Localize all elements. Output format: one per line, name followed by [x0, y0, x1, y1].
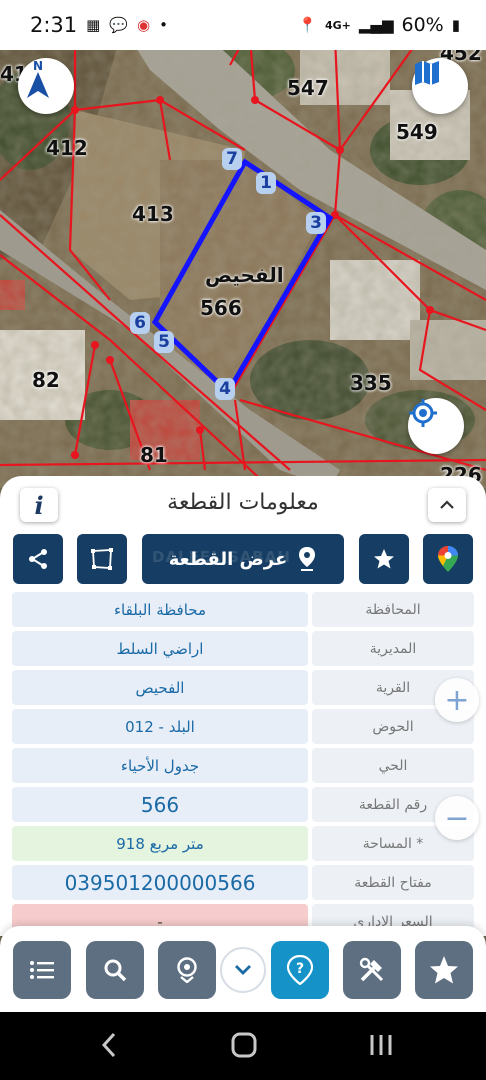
- shield-app-icon: ◉: [137, 15, 151, 34]
- parcel-label: 335: [350, 371, 392, 395]
- signal-icon: ▂▄▆: [358, 15, 394, 34]
- show-parcel-button[interactable]: DALEEL SABAH عرض القطعة: [142, 534, 344, 584]
- svg-text:?: ?: [296, 961, 304, 977]
- sheet-title: معلومات القطعة: [167, 490, 319, 515]
- star-icon: [374, 549, 394, 569]
- parcel-label: 413: [132, 202, 174, 226]
- crosshair-icon: [409, 399, 437, 427]
- tools-icon: [359, 957, 384, 982]
- parcel-number-value: 566: [12, 787, 308, 822]
- info-row-parcel-key: 039501200000566 مفتاح القطعة: [12, 865, 474, 900]
- vertex-label: 4: [215, 378, 235, 400]
- parcel-key-value: 039501200000566: [12, 865, 308, 900]
- search-icon: [104, 959, 127, 982]
- back-nav-icon[interactable]: [98, 1030, 120, 1067]
- compass-icon: N: [27, 59, 49, 98]
- search-button[interactable]: [86, 941, 144, 999]
- my-location-button[interactable]: [408, 398, 464, 454]
- parcel-label: 412: [46, 136, 88, 160]
- zoom-out-button[interactable]: −: [435, 796, 479, 840]
- battery-icon: ▮: [451, 15, 460, 34]
- show-parcel-label: عرض القطعة: [168, 548, 288, 570]
- location-pin-icon: [177, 957, 197, 983]
- google-maps-pin-icon: [438, 546, 458, 572]
- neighborhood-label: الحي: [312, 748, 474, 783]
- parcel-key-label: مفتاح القطعة: [312, 865, 474, 900]
- directorate-value: اراضي السلط: [12, 631, 308, 666]
- network-type: 4G+: [324, 18, 351, 32]
- app-screen: 2:31 ▦ 💬 ◉ • 📍 4G+ ▂▄▆ 60% ▮ 41 452 547 …: [0, 0, 486, 1080]
- info-row-basin: البلد - 012 الحوض: [12, 709, 474, 744]
- vertex-label: 5: [154, 331, 174, 353]
- calendar-icon: ▦: [86, 15, 101, 34]
- google-maps-button[interactable]: [423, 534, 473, 584]
- list-icon: [30, 961, 54, 979]
- area-value: 918 متر مربع: [12, 826, 308, 861]
- collapse-button[interactable]: [428, 488, 466, 522]
- directorate-label: المديرية: [312, 631, 474, 666]
- info-row-governorate: محافظة البلقاء المحافظة: [12, 592, 474, 627]
- chevron-up-icon: [440, 500, 454, 509]
- parcel-label: 81: [140, 443, 168, 467]
- recents-nav-icon[interactable]: [366, 1030, 396, 1067]
- info-row-parcel-number: 566 رقم القطعة: [12, 787, 474, 822]
- location-search-button[interactable]: [158, 941, 216, 999]
- home-nav-icon[interactable]: [229, 1030, 259, 1067]
- map-layers-button[interactable]: [412, 58, 468, 114]
- system-navigation-bar: [0, 1012, 486, 1080]
- zoom-in-button[interactable]: +: [435, 678, 479, 722]
- parcel-info-table: محافظة البلقاء المحافظة اراضي السلط المد…: [12, 592, 474, 936]
- vertex-label: 1: [256, 172, 276, 194]
- neighborhood-value: جدول الأحياء: [12, 748, 308, 783]
- info-row-village: الفحيص القرية: [12, 670, 474, 705]
- location-status-icon: 📍: [298, 15, 317, 34]
- polygon-tool-button[interactable]: [77, 534, 127, 584]
- governorate-label: المحافظة: [312, 592, 474, 627]
- vertex-label: 7: [222, 148, 242, 170]
- parcel-label: 549: [396, 120, 438, 144]
- help-pin-icon: ?: [286, 955, 314, 985]
- chevron-down-icon: [235, 965, 251, 975]
- bottom-toolbar: ?: [0, 926, 486, 1012]
- info-row-directorate: اراضي السلط المديرية: [12, 631, 474, 666]
- village-value: الفحيص: [12, 670, 308, 705]
- star-icon: [430, 956, 458, 984]
- parcel-label: 547: [287, 76, 329, 100]
- vertex-label: 6: [130, 312, 150, 334]
- status-time: 2:31: [30, 13, 78, 37]
- favorite-button[interactable]: [359, 534, 409, 584]
- map-pin-icon: [299, 547, 316, 571]
- parcel-label: 82: [32, 368, 60, 392]
- dot-icon: •: [159, 15, 168, 34]
- governorate-value: محافظة البلقاء: [12, 592, 308, 627]
- chat-icon: 💬: [109, 15, 129, 34]
- basin-value: البلد - 012: [12, 709, 308, 744]
- map-icon: [415, 61, 439, 85]
- expand-toolbar-button[interactable]: [220, 947, 266, 993]
- share-button[interactable]: [13, 534, 63, 584]
- satellite-map[interactable]: 41 452 547 412 549 413 566 82 335 81 226…: [0, 38, 486, 488]
- vertex-label: 3: [306, 212, 326, 234]
- battery-percent: 60%: [401, 14, 444, 36]
- tools-button[interactable]: [343, 941, 401, 999]
- favorites-button[interactable]: [415, 941, 473, 999]
- area-name-label: الفحيص: [205, 263, 284, 287]
- menu-list-button[interactable]: [13, 941, 71, 999]
- svg-text:N: N: [33, 59, 43, 73]
- status-bar: 2:31 ▦ 💬 ◉ • 📍 4G+ ▂▄▆ 60% ▮: [0, 0, 486, 50]
- polygon-icon: [91, 548, 113, 570]
- parcel-info-sheet: i معلومات القطعة DALEEL SABAH عرض القطعة: [0, 476, 486, 936]
- parcel-label: 566: [200, 296, 242, 320]
- info-row-neighborhood: جدول الأحياء الحي: [12, 748, 474, 783]
- compass-button[interactable]: N: [18, 58, 74, 114]
- help-button[interactable]: ?: [271, 941, 329, 999]
- share-icon: [29, 549, 47, 569]
- info-row-area: 918 متر مربع المساحة *: [12, 826, 474, 861]
